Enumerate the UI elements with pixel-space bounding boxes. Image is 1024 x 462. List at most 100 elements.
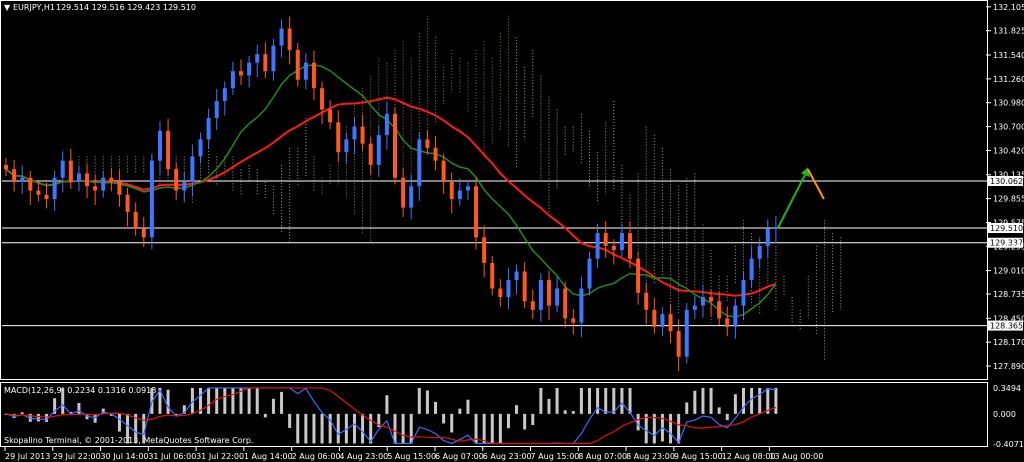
- candle-body: [68, 160, 73, 182]
- candle-body: [457, 190, 462, 200]
- macd-histogram-bar: [490, 413, 494, 444]
- candle-body: [4, 164, 8, 170]
- time-tick-label: 31 Jul 22:00: [196, 452, 244, 461]
- macd-histogram-bar: [466, 399, 470, 414]
- price-tick-label: 128.170: [993, 338, 1024, 347]
- macd-histogram-bar: [482, 413, 486, 444]
- macd-histogram-bar: [385, 395, 389, 414]
- candle-body: [303, 62, 308, 80]
- candle-body: [465, 186, 470, 191]
- candle-body: [733, 305, 738, 327]
- main-panel-frame: [0, 0, 988, 380]
- time-tick-label: 29 Jul 2013: [5, 452, 50, 461]
- candle-body: [141, 228, 146, 238]
- candle-body: [522, 271, 527, 302]
- macd-histogram-bar: [401, 413, 405, 444]
- macd-histogram-bar: [588, 387, 591, 414]
- candle-body: [749, 258, 754, 280]
- candle-body: [109, 177, 114, 182]
- macd-histogram-bar: [223, 387, 227, 414]
- macd-histogram-bar: [620, 387, 624, 414]
- price-tick-label: 132.105: [993, 3, 1024, 12]
- macd-histogram-bar: [117, 413, 121, 432]
- macd-histogram-bar: [215, 387, 219, 414]
- candle-body: [401, 177, 406, 208]
- candle-body: [287, 28, 292, 50]
- price-tick-label: 131.540: [993, 51, 1024, 60]
- macd-histogram-bar: [417, 387, 421, 414]
- macd-histogram-bar: [741, 387, 745, 414]
- time-tick-label: 7 Aug 15:00: [531, 452, 580, 461]
- macd-histogram-bar: [231, 387, 235, 414]
- ma-green-line: [5, 64, 777, 318]
- candle-body: [546, 279, 551, 306]
- header-arrow-icon: ▼: [4, 3, 11, 12]
- candle-body: [149, 160, 154, 238]
- macd-histogram-bar: [774, 387, 778, 414]
- macd-histogram-bar: [425, 390, 429, 414]
- candle-body: [441, 160, 446, 182]
- macd-histogram-bar: [450, 413, 454, 433]
- price-tick-label: 131.825: [993, 27, 1024, 36]
- macd-histogram-bar: [434, 401, 438, 414]
- candle-body: [571, 318, 576, 323]
- candle-body: [352, 126, 357, 140]
- time-tick-label: 4 Aug 23:00: [339, 452, 388, 461]
- candle-body: [20, 177, 25, 182]
- time-tick-label: 13 Aug 00:00: [769, 452, 823, 461]
- candle-body: [611, 245, 616, 251]
- candle-body: [417, 139, 422, 187]
- candle-body: [490, 262, 495, 289]
- candle-body: [482, 237, 487, 263]
- candle-body: [360, 126, 365, 144]
- candle-body: [765, 228, 770, 246]
- header-ohlc: 129.514 129.516 129.423 129.510: [56, 3, 196, 12]
- candle-body: [174, 169, 179, 191]
- macd-histogram-bar: [571, 411, 575, 414]
- time-tick-label: 31 Jul 06:00: [148, 452, 196, 461]
- projection-down-arrow: [807, 168, 825, 200]
- candle-body: [668, 314, 673, 332]
- macd-histogram-bar: [288, 413, 292, 428]
- candle-body: [166, 130, 171, 170]
- candle-body: [644, 292, 649, 310]
- candles: [4, 16, 778, 372]
- candle-body: [498, 288, 503, 298]
- candle-body: [636, 258, 641, 293]
- header-symbol: EURJPY,H1: [13, 3, 55, 12]
- candle-body: [101, 177, 106, 191]
- time-tick-label: 8 Aug 07:00: [578, 452, 627, 461]
- macd-histogram-bar: [506, 413, 510, 429]
- candle-body: [660, 314, 665, 327]
- price-tick-label: 129.295: [993, 242, 1024, 251]
- price-tick-label: 128.735: [993, 290, 1024, 299]
- macd-histogram-bar: [498, 413, 502, 444]
- macd-histogram-bar: [579, 387, 583, 414]
- macd-histogram-bar: [271, 398, 275, 414]
- price-tick-label: 128.450: [993, 314, 1024, 323]
- candle-body: [384, 113, 389, 136]
- macd-histogram-bar: [458, 408, 462, 414]
- price-tick-label: 129.010: [993, 267, 1024, 276]
- macd-histogram-bar: [280, 391, 284, 414]
- candle-body: [190, 156, 195, 182]
- macd-title: MACD(12,26,9) 0.2234 0.1316 0.0918: [4, 386, 156, 395]
- candle-body: [684, 309, 689, 357]
- candle-body: [133, 211, 138, 229]
- macd-tick-label: 0.3494: [993, 384, 1021, 393]
- candle-body: [279, 28, 284, 46]
- macd-histogram-bar: [709, 387, 713, 414]
- candle-body: [117, 181, 122, 195]
- macd-histogram-bar: [352, 413, 356, 444]
- macd-histogram-bar: [77, 403, 81, 414]
- macd-histogram-bar: [523, 413, 527, 430]
- macd-histogram-bar: [717, 407, 721, 414]
- candle-body: [530, 301, 535, 310]
- candle-body: [409, 186, 414, 208]
- candle-body: [725, 318, 730, 327]
- macd-histogram-bar: [166, 389, 170, 414]
- price-tick-label: 131.260: [993, 75, 1024, 84]
- candle-body: [328, 109, 333, 123]
- candle-body: [222, 88, 227, 102]
- ichimoku-cloud: [70, 15, 842, 361]
